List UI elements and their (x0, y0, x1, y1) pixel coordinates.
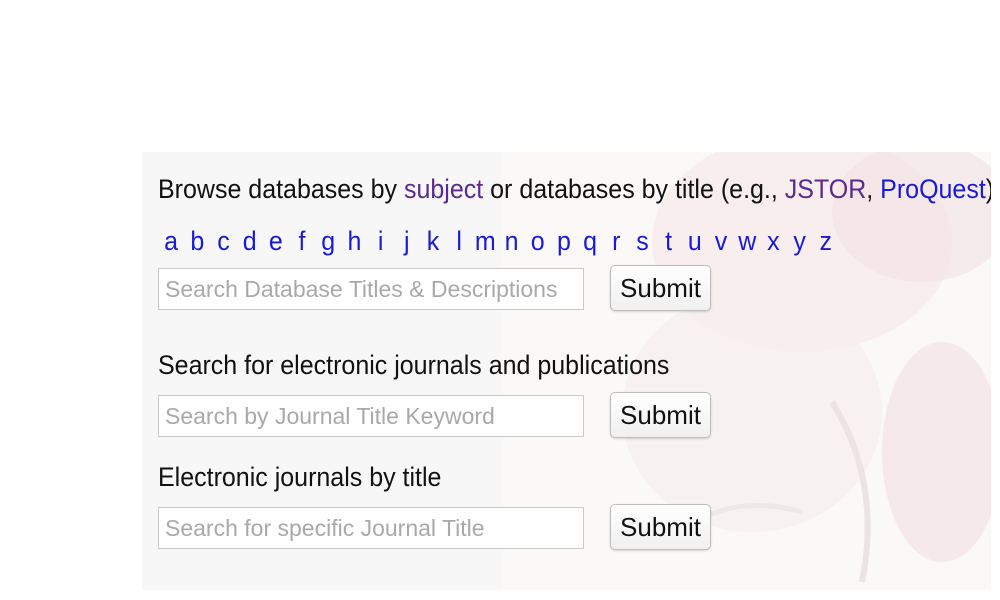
alphabet-link-t[interactable]: t (656, 226, 682, 257)
browse-suffix: ) (986, 174, 991, 204)
alphabet-link-s[interactable]: s (629, 226, 655, 257)
alphabet-link-c[interactable]: c (210, 226, 236, 257)
journal-title-search-input[interactable] (158, 507, 584, 549)
search-panel: Browse databases by subject or databases… (142, 152, 991, 590)
alphabet-link-w[interactable]: w (734, 226, 760, 257)
browse-prefix: Browse databases by (158, 174, 404, 205)
alphabet-link-u[interactable]: u (682, 226, 708, 257)
subject-link[interactable]: subject (404, 174, 483, 204)
alphabet-link-k[interactable]: k (420, 226, 446, 257)
proquest-link[interactable]: ProQuest (880, 174, 986, 204)
jstor-link[interactable]: JSTOR (785, 174, 867, 204)
alphabet-link-h[interactable]: h (341, 226, 367, 257)
alphabet-link-i[interactable]: i (368, 226, 394, 257)
alphabet-index: abcdefghijklmnopqrstuvwxyz (158, 226, 839, 257)
alphabet-link-g[interactable]: g (315, 226, 341, 257)
comma-separator: , (866, 174, 881, 205)
alphabet-link-o[interactable]: o (525, 226, 551, 257)
alphabet-link-y[interactable]: y (787, 226, 813, 257)
ejournals-by-title-heading: Electronic journals by title (158, 462, 442, 493)
alphabet-link-f[interactable]: f (289, 226, 315, 257)
alphabet-link-j[interactable]: j (394, 226, 420, 257)
alphabet-link-r[interactable]: r (603, 226, 629, 257)
journal-title-submit-button[interactable]: Submit (610, 504, 711, 550)
database-submit-button[interactable]: Submit (610, 265, 711, 311)
journal-keyword-search-input[interactable] (158, 395, 584, 437)
alphabet-link-v[interactable]: v (708, 226, 734, 257)
alphabet-link-a[interactable]: a (158, 226, 184, 257)
alphabet-link-e[interactable]: e (263, 226, 289, 257)
browse-databases-text: Browse databases by subject or databases… (158, 174, 991, 205)
alphabet-link-b[interactable]: b (184, 226, 210, 257)
alphabet-link-z[interactable]: z (813, 226, 839, 257)
journal-keyword-submit-button[interactable]: Submit (610, 392, 711, 438)
database-search-input[interactable] (158, 268, 584, 310)
alphabet-link-l[interactable]: l (446, 226, 472, 257)
browse-mid: or databases by title (e.g., (483, 174, 785, 205)
alphabet-link-p[interactable]: p (551, 226, 577, 257)
alphabet-link-n[interactable]: n (498, 226, 524, 257)
alphabet-link-q[interactable]: q (577, 226, 603, 257)
ejournals-heading: Search for electronic journals and publi… (158, 350, 670, 381)
alphabet-link-m[interactable]: m (472, 226, 498, 257)
alphabet-link-x[interactable]: x (760, 226, 786, 257)
alphabet-link-d[interactable]: d (237, 226, 263, 257)
